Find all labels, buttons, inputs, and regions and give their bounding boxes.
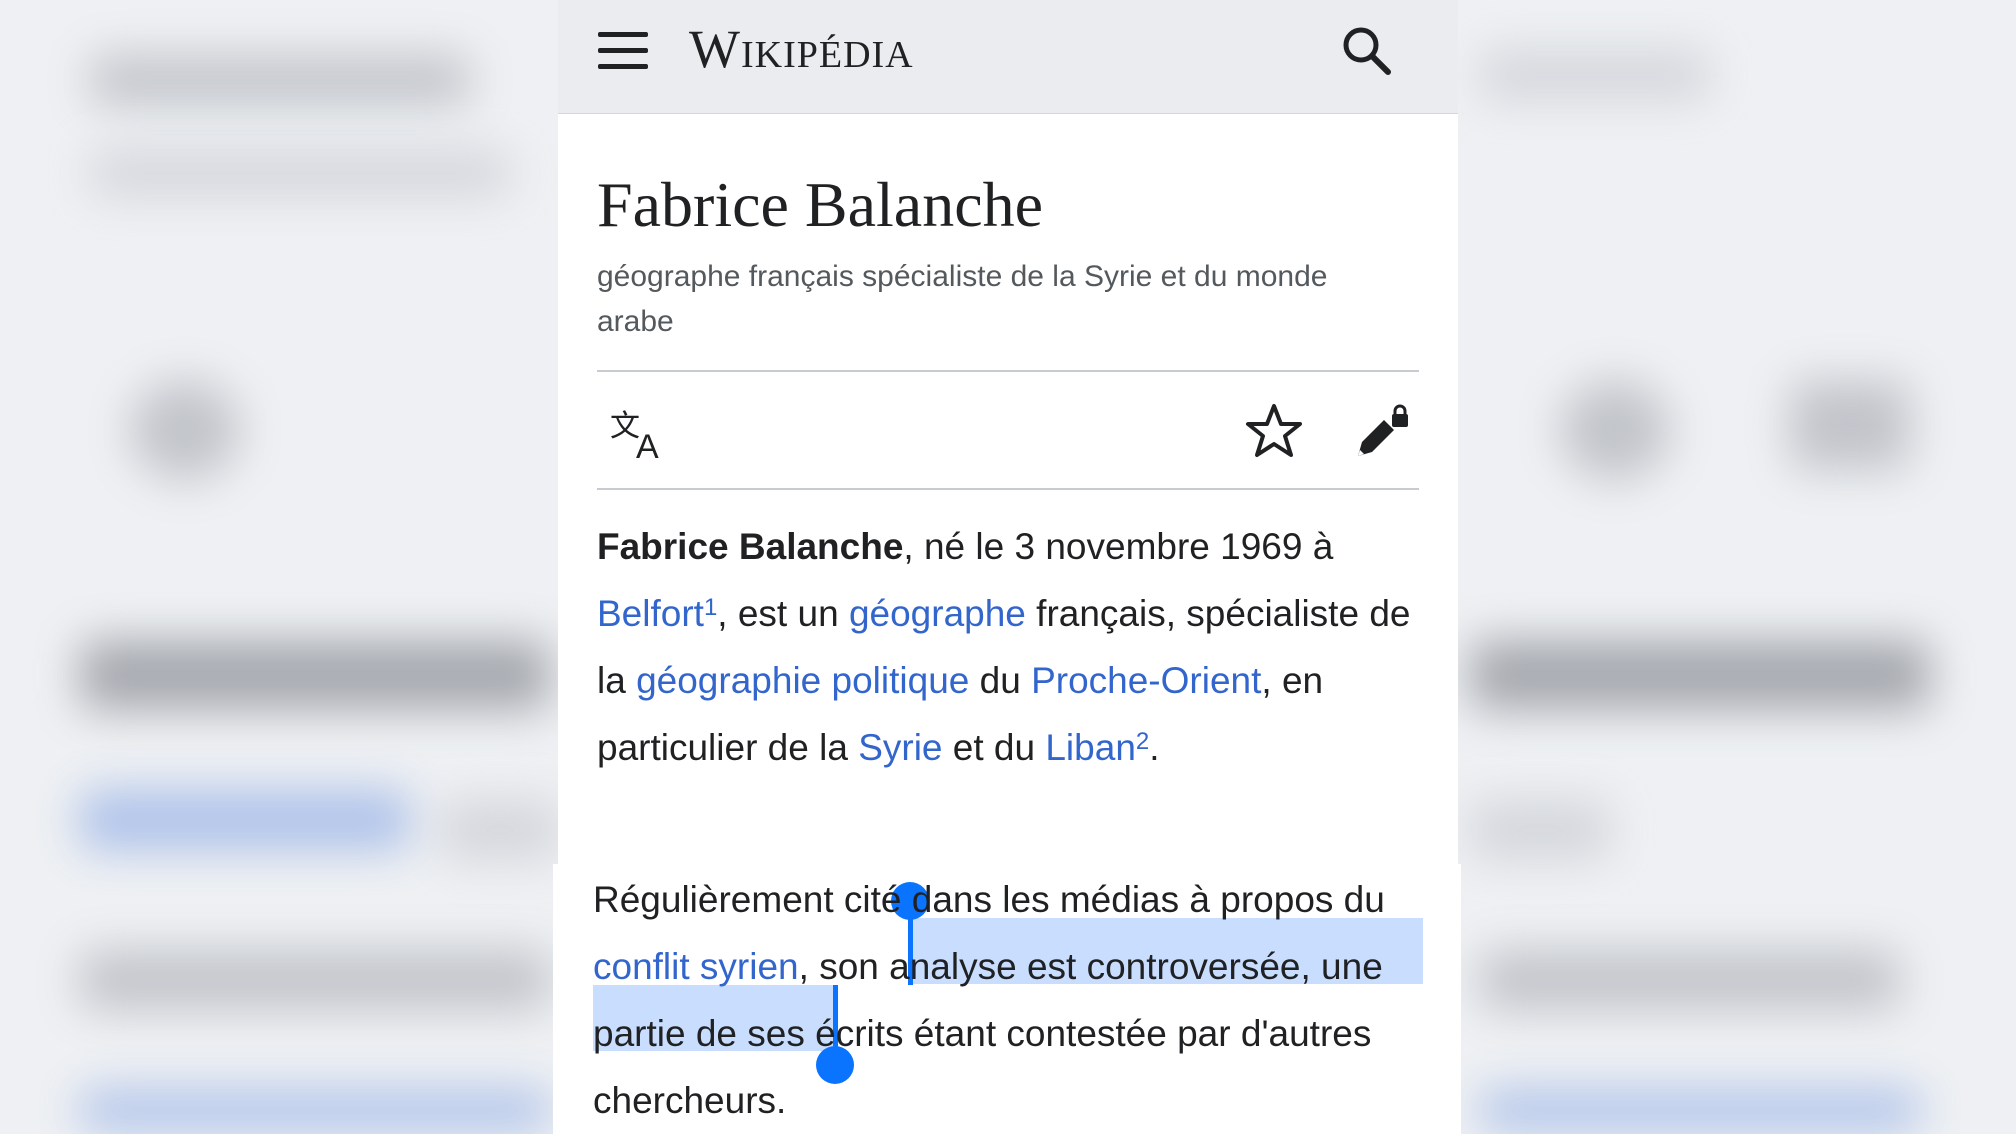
selected-text[interactable]: son analyse est controversée (819, 946, 1300, 987)
ref-1[interactable]: 1 (704, 594, 717, 621)
text: Régulièrement cité dans les médias à pro… (593, 879, 1385, 920)
wikipedia-logo[interactable]: Wikipédia (689, 18, 914, 80)
selected-paragraph[interactable]: Régulièrement cité dans les médias à pro… (593, 866, 1453, 1134)
language-translate-icon[interactable]: 文 A (610, 406, 672, 460)
top-app-bar: Wikipédia (558, 0, 1458, 114)
text: , né le 3 novembre 1969 à (903, 526, 1334, 567)
text: et du (942, 727, 1046, 768)
star-icon[interactable] (1244, 402, 1304, 462)
hamburger-menu-icon[interactable] (598, 30, 648, 72)
link-liban[interactable]: Liban (1045, 727, 1136, 768)
locked-edit-icon[interactable] (1354, 404, 1412, 462)
text: du (969, 660, 1032, 701)
link-conflit-syrien[interactable]: conflit syrien (593, 946, 799, 987)
page-description: géographe français spécialiste de la Syr… (597, 260, 1328, 338)
page-title: Fabrice Balanche (597, 169, 1043, 240)
divider (597, 370, 1419, 372)
ref-2[interactable]: 2 (1136, 728, 1149, 755)
text: , est un (717, 593, 849, 634)
text: . (1149, 727, 1160, 768)
link-belfort[interactable]: Belfort (597, 593, 704, 634)
bold-name: Fabrice Balanche (597, 526, 904, 567)
intro-paragraph: Fabrice Balanche, né le 3 novembre 1969 … (597, 513, 1427, 781)
link-geographe[interactable]: géographe (849, 593, 1026, 634)
link-geographie-politique[interactable]: géographie politique (636, 660, 969, 701)
link-syrie[interactable]: Syrie (858, 727, 942, 768)
divider (597, 488, 1419, 490)
svg-text:A: A (636, 428, 659, 460)
search-icon[interactable] (1340, 24, 1394, 78)
link-proche-orient[interactable]: Proche-Orient (1031, 660, 1261, 701)
text: , (798, 946, 820, 987)
